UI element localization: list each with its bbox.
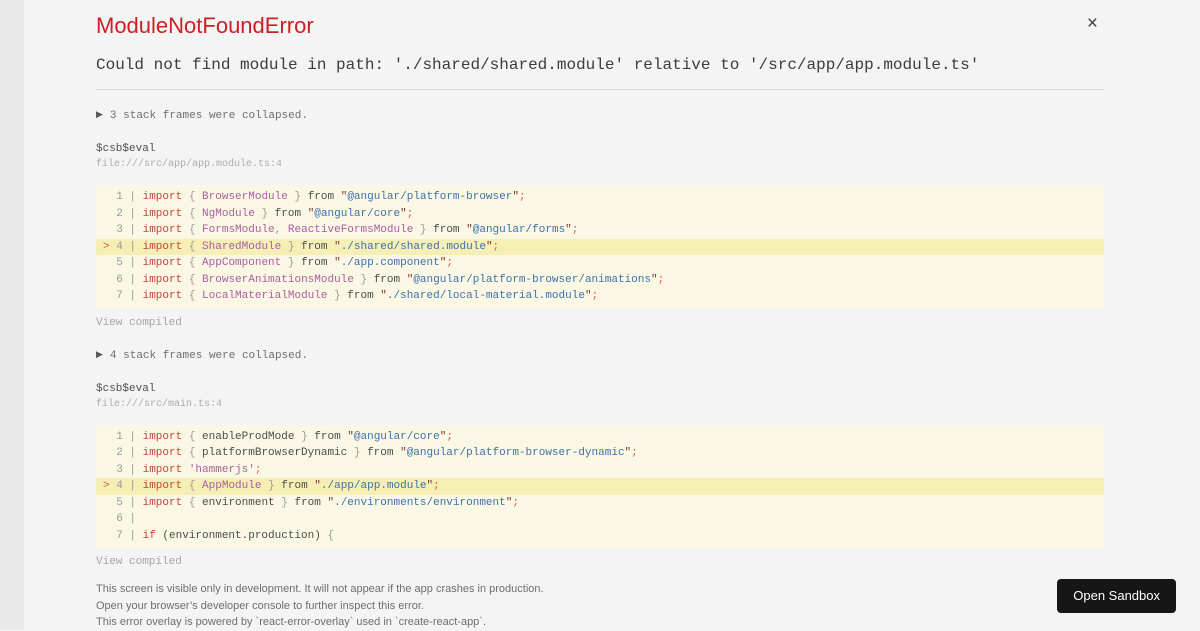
code-line: 2 | import { platformBrowserDynamic } fr… bbox=[103, 447, 638, 459]
error-header: ModuleNotFoundError × bbox=[96, 12, 1104, 40]
code-frame: 1 | import { BrowserModule } from "@angu… bbox=[96, 185, 1104, 309]
page-background-strip bbox=[0, 0, 24, 630]
footer-note-development: This screen is visible only in developme… bbox=[96, 583, 544, 595]
code-line: 6 | import { BrowserAnimationsModule } f… bbox=[103, 273, 665, 286]
code-line: 3 | import { FormsModule, ReactiveFormsM… bbox=[103, 224, 579, 236]
collapsed-frames-label: 3 stack frames were collapsed. bbox=[109, 110, 308, 122]
footer-notes: This screen is visible only in developme… bbox=[96, 581, 1104, 631]
error-message: Could not find module in path: './shared… bbox=[96, 56, 980, 74]
close-icon[interactable]: × bbox=[1087, 14, 1098, 33]
view-compiled-link[interactable]: View compiled bbox=[96, 556, 182, 568]
divider bbox=[96, 89, 1104, 90]
error-title: ModuleNotFoundError bbox=[96, 13, 314, 38]
code-frame: 1 | import { enableProdMode } from "@ang… bbox=[96, 424, 1104, 548]
open-sandbox-button[interactable]: Open Sandbox bbox=[1057, 579, 1176, 613]
code-line: 7 | import { LocalMaterialModule } from … bbox=[103, 290, 599, 302]
code-line-highlighted: > 4 | import { AppModule } from "./app/a… bbox=[96, 478, 1104, 495]
collapsed-frames-label: 4 stack frames were collapsed. bbox=[109, 349, 308, 362]
code-line: 3 | import 'hammerjs'; bbox=[103, 463, 262, 476]
code-line: 7 | if (environment.production) { bbox=[103, 529, 335, 542]
code-line-highlighted: > 4 | import { SharedModule } from "./sh… bbox=[96, 238, 1104, 255]
code-line: 6 | bbox=[103, 513, 143, 525]
code-line: 5 | import { AppComponent } from "./app.… bbox=[103, 257, 453, 269]
footer-note-console: Open your browser’s developer console to… bbox=[96, 599, 424, 612]
error-overlay: ModuleNotFoundError × Could not find mod… bbox=[96, 0, 1104, 631]
code-line: 1 | import { enableProdMode } from "@ang… bbox=[103, 430, 453, 443]
stack-frame-function: $csb$eval bbox=[96, 382, 156, 395]
collapsed-frames-toggle[interactable]: ▶ 3 stack frames were collapsed. bbox=[96, 110, 1104, 122]
footer-note-overlay: This error overlay is powered by `react-… bbox=[96, 616, 487, 628]
collapse-arrow-icon: ▶ bbox=[96, 349, 103, 360]
stack-frame-location: file:///src/main.ts:4 bbox=[96, 398, 223, 410]
stack-frame-location: file:///src/app/app.module.ts:4 bbox=[96, 159, 283, 170]
collapse-arrow-icon: ▶ bbox=[96, 110, 103, 120]
collapsed-frames-toggle[interactable]: ▶ 4 stack frames were collapsed. bbox=[96, 350, 1104, 362]
code-line: 2 | import { NgModule } from "@angular/c… bbox=[103, 207, 414, 220]
code-line: 5 | import { environment } from "./envir… bbox=[103, 496, 519, 509]
view-compiled-link[interactable]: View compiled bbox=[96, 317, 182, 329]
stack-frame-function: $csb$eval bbox=[96, 143, 156, 155]
code-line: 1 | import { BrowserModule } from "@angu… bbox=[103, 191, 526, 203]
